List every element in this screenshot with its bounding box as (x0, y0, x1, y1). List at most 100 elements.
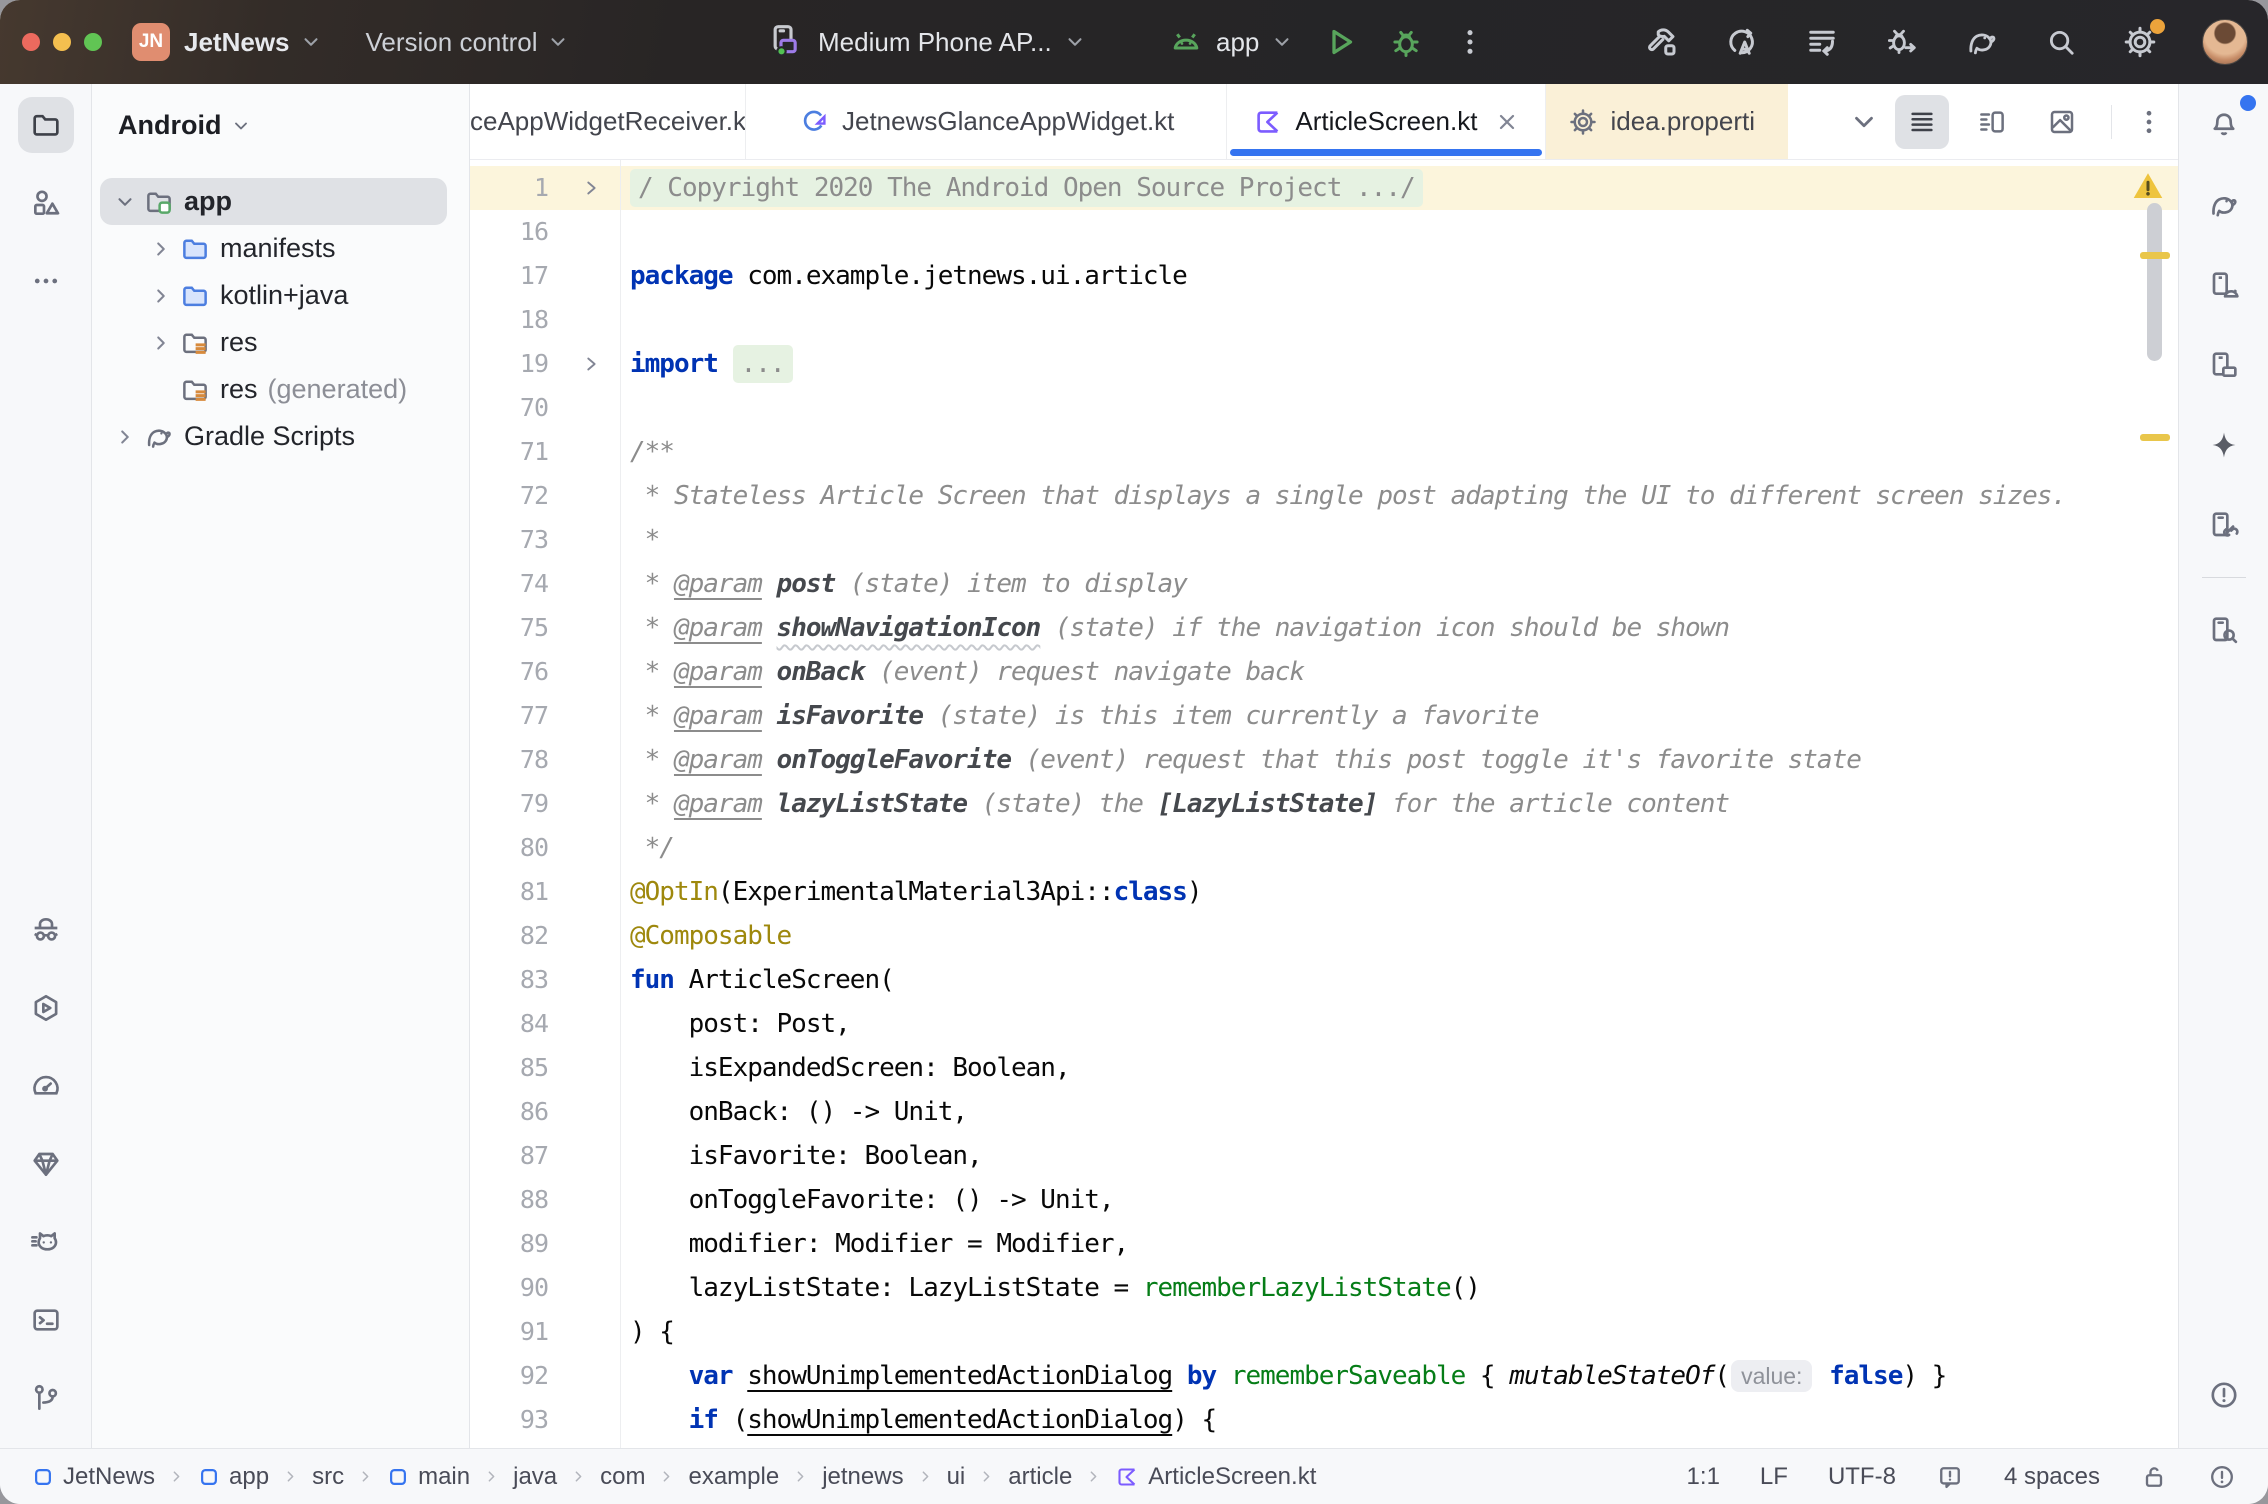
code-line-70[interactable]: 70 (470, 386, 2178, 430)
warning-stripe-mark[interactable] (2140, 434, 2170, 441)
breadcrumb-jetnews-pkg[interactable]: jetnews (822, 1463, 903, 1491)
version-control-tool-button[interactable] (18, 1370, 74, 1426)
gradle-tool-button[interactable] (2196, 177, 2252, 233)
breadcrumb-src[interactable]: src (312, 1463, 344, 1491)
code-line-76[interactable]: 76 * @param onBack (event) request navig… (470, 650, 2178, 694)
chevron-right-icon[interactable] (146, 285, 176, 307)
warning-stripe-mark[interactable] (2140, 252, 2170, 259)
code-line-75[interactable]: 75 * @param showNavigationIcon (state) i… (470, 606, 2178, 650)
code-line-87[interactable]: 87 isFavorite: Boolean, (470, 1134, 2178, 1178)
chevron-right-icon[interactable] (146, 332, 176, 354)
apply-changes-button[interactable] (1804, 24, 1840, 60)
chevron-right-icon[interactable] (110, 426, 140, 448)
run-configuration-selector[interactable]: app (1168, 24, 1293, 60)
more-run-options-button[interactable] (1454, 26, 1486, 58)
device-selector[interactable]: Medium Phone AP... (766, 22, 1086, 62)
minimize-window-button[interactable] (53, 33, 71, 51)
maximize-window-button[interactable] (84, 33, 102, 51)
breadcrumb-file[interactable]: ArticleScreen.kt (1115, 1463, 1316, 1491)
error-indicator-icon[interactable] (2208, 1463, 2236, 1491)
more-tool-windows-button[interactable] (18, 253, 74, 309)
device-explorer-tool-button[interactable] (2196, 602, 2252, 658)
tree-item-res-generated[interactable]: res (generated) (100, 366, 447, 413)
code-line-74[interactable]: 74 * @param post (state) item to display (470, 562, 2178, 606)
code-line-83[interactable]: 83fun ArticleScreen( (470, 958, 2178, 1002)
tree-item-res[interactable]: res (100, 319, 447, 366)
tab-idea-properties[interactable]: idea.properti (1546, 84, 1788, 159)
terminal-tool-button[interactable] (18, 1292, 74, 1348)
breadcrumb-com[interactable]: com (600, 1463, 645, 1491)
inspection-warning-icon[interactable] (2130, 168, 2166, 204)
caret-position-widget[interactable]: 1:1 (1687, 1463, 1720, 1491)
close-window-button[interactable] (22, 33, 40, 51)
code-line-80[interactable]: 80 */ (470, 826, 2178, 870)
code-editor[interactable]: 1/ Copyright 2020 The Android Open Sourc… (470, 160, 2178, 1448)
code-line-85[interactable]: 85 isExpandedScreen: Boolean, (470, 1046, 2178, 1090)
tree-item-app[interactable]: app (100, 178, 447, 225)
breadcrumb-example[interactable]: example (688, 1463, 779, 1491)
gemini-sparkle-button[interactable] (2196, 417, 2252, 473)
code-line-93[interactable]: 93 if (showUnimplementedActionDialog) { (470, 1398, 2178, 1442)
tab-articlescreen[interactable]: ArticleScreen.kt (1227, 84, 1546, 159)
build-button[interactable] (1644, 24, 1680, 60)
design-view-button[interactable] (2035, 95, 2089, 149)
chevron-right-icon[interactable] (146, 238, 176, 260)
hidden-tabs-chevron-icon[interactable] (1849, 107, 1879, 137)
tab-glanceappwidgetreceiver[interactable]: ceAppWidgetReceiver.kt (470, 84, 746, 159)
project-name-widget[interactable]: JetNews (184, 27, 290, 58)
inspection-highlight-icon[interactable] (1936, 1463, 1964, 1491)
code-line-88[interactable]: 88 onToggleFavorite: () -> Unit, (470, 1178, 2178, 1222)
attach-debugger-button[interactable] (1884, 24, 1920, 60)
breadcrumb-app[interactable]: app (198, 1463, 269, 1491)
code-line-78[interactable]: 78 * @param onToggleFavorite (event) req… (470, 738, 2178, 782)
settings-button[interactable] (2122, 24, 2158, 60)
resource-manager-tool-button[interactable] (18, 175, 74, 231)
line-separator-widget[interactable]: LF (1760, 1463, 1788, 1491)
breadcrumb-article[interactable]: article (1008, 1463, 1072, 1491)
notifications-button[interactable] (2196, 97, 2252, 153)
sync-project-button[interactable] (1724, 24, 1760, 60)
tree-item-kotlin-java[interactable]: kotlin+java (100, 272, 447, 319)
indent-widget[interactable]: 4 spaces (2004, 1463, 2100, 1491)
breadcrumb-java[interactable]: java (513, 1463, 557, 1491)
code-line-92[interactable]: 92 var showUnimplementedActionDialog by … (470, 1354, 2178, 1398)
debug-button[interactable] (1388, 24, 1424, 60)
tree-item-gradle-scripts[interactable]: Gradle Scripts (100, 413, 447, 460)
vertical-scrollbar[interactable] (2147, 203, 2162, 361)
gradle-sync-button[interactable] (1964, 24, 2000, 60)
code-line-79[interactable]: 79 * @param lazyListState (state) the [L… (470, 782, 2178, 826)
code-line-73[interactable]: 73 * (470, 518, 2178, 562)
app-quality-insights-tool-button[interactable] (18, 902, 74, 958)
project-tool-button[interactable] (18, 97, 74, 153)
split-view-button[interactable] (1965, 95, 2019, 149)
search-everywhere-button[interactable] (2044, 25, 2078, 59)
device-manager-tool-button[interactable] (2196, 257, 2252, 313)
code-line-77[interactable]: 77 * @param isFavorite (state) is this i… (470, 694, 2178, 738)
code-line-89[interactable]: 89 modifier: Modifier = Modifier, (470, 1222, 2178, 1266)
tree-item-manifests[interactable]: manifests (100, 225, 447, 272)
code-line-71[interactable]: 71/** (470, 430, 2178, 474)
user-avatar[interactable] (2202, 19, 2248, 65)
running-devices-tool-button[interactable] (2196, 337, 2252, 393)
editor-options-kebab-icon[interactable] (2134, 107, 2164, 137)
fold-chevron-icon[interactable] (562, 342, 620, 386)
run-button[interactable] (1322, 24, 1358, 60)
code-line-17[interactable]: 17package com.example.jetnews.ui.article (470, 254, 2178, 298)
code-line-81[interactable]: 81@OptIn(ExperimentalMaterial3Api::class… (470, 870, 2178, 914)
close-tab-icon[interactable] (1495, 110, 1519, 134)
code-view-button[interactable] (1895, 95, 1949, 149)
app-inspection-tool-button[interactable] (18, 980, 74, 1036)
lock-open-icon[interactable] (2140, 1463, 2168, 1491)
code-line-16[interactable]: 16 (470, 210, 2178, 254)
problems-tool-button[interactable] (2196, 1367, 2252, 1423)
encoding-widget[interactable]: UTF-8 (1828, 1463, 1896, 1491)
code-line-18[interactable]: 18 (470, 298, 2178, 342)
code-line-19[interactable]: 19import ... (470, 342, 2178, 386)
code-line-86[interactable]: 86 onBack: () -> Unit, (470, 1090, 2178, 1134)
code-line-1[interactable]: 1/ Copyright 2020 The Android Open Sourc… (470, 166, 2178, 210)
logcat-tool-button[interactable] (18, 1214, 74, 1270)
code-line-72[interactable]: 72 * Stateless Article Screen that displ… (470, 474, 2178, 518)
breadcrumb-main[interactable]: main (387, 1463, 470, 1491)
chevron-down-icon[interactable] (110, 191, 140, 213)
code-line-90[interactable]: 90 lazyListState: LazyListState = rememb… (470, 1266, 2178, 1310)
